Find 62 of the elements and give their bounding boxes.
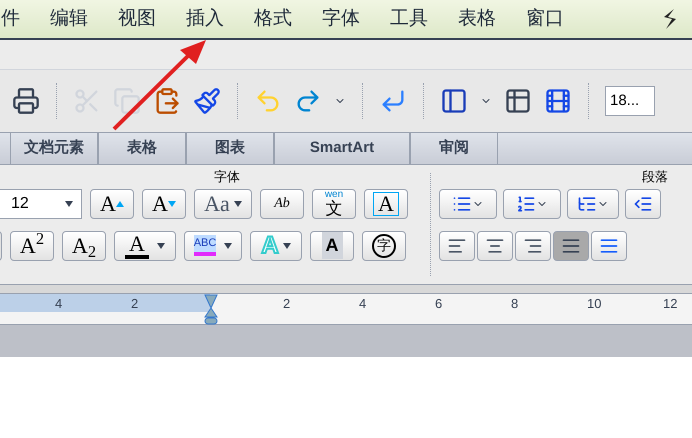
align-left-button[interactable]	[439, 230, 475, 260]
table-icon[interactable]	[504, 87, 532, 115]
down-triangle-icon	[234, 200, 242, 206]
grow-font-button[interactable]: A	[90, 188, 134, 218]
bullet-list-button[interactable]	[439, 188, 497, 218]
align-right-button[interactable]	[515, 230, 551, 260]
menu-item[interactable]: 视图	[118, 4, 156, 34]
menu-item[interactable]: 件	[1, 4, 20, 34]
distribute-button[interactable]	[591, 230, 627, 260]
ribbon-tab[interactable]: 审阅	[410, 133, 498, 164]
group-label: 段落	[642, 168, 669, 186]
ruler-number: 10	[587, 295, 602, 313]
numbered-list-icon	[516, 194, 536, 214]
ribbon-tab[interactable]: SmartArt	[274, 133, 410, 164]
ruler-number: 4	[359, 295, 366, 313]
indent-marker-icon[interactable]	[203, 294, 219, 326]
menu-item[interactable]: 工具	[390, 4, 428, 34]
down-triangle-icon	[282, 242, 291, 248]
sidebar-icon[interactable]	[440, 87, 468, 115]
group-label: 字体	[213, 168, 240, 186]
ruler-number: 2	[283, 295, 290, 313]
highlight-button[interactable]: ABC	[184, 230, 242, 260]
character-shading-button[interactable]: A	[310, 230, 354, 260]
menu-item[interactable]: 表格	[458, 4, 496, 34]
paintbrush-icon[interactable]	[193, 87, 221, 115]
ruler-number: 8	[511, 295, 518, 313]
numbered-list-button[interactable]	[503, 188, 561, 218]
ribbon-tab[interactable]: 图表	[186, 133, 274, 164]
menu-item[interactable]: 插入	[186, 4, 224, 34]
font-color-button[interactable]: A	[114, 230, 176, 260]
justify-button[interactable]	[553, 230, 589, 260]
down-triangle-icon	[65, 200, 73, 206]
change-case-button[interactable]: Aa	[194, 188, 252, 218]
decrease-indent-button[interactable]	[625, 188, 661, 218]
down-triangle-icon	[224, 242, 232, 248]
align-center-button[interactable]	[477, 230, 513, 260]
menu-item[interactable]: 窗口	[526, 4, 564, 34]
menu-item[interactable]: 字体	[322, 4, 360, 34]
down-triangle-icon	[156, 242, 165, 248]
media-icon[interactable]	[544, 87, 572, 115]
up-triangle-icon	[116, 200, 124, 206]
ribbon-tab[interactable]: 表格	[98, 133, 186, 164]
ribbon-tab[interactable]: 文档元素	[10, 133, 98, 164]
ruler-number: 6	[435, 295, 442, 313]
ruler-number: 4	[55, 295, 62, 313]
phonetic-guide-button[interactable]: wen 文	[312, 188, 356, 218]
enclose-character-button[interactable]: 字	[362, 230, 406, 260]
multilevel-list-button[interactable]	[567, 188, 619, 218]
script-button[interactable]: A$_{2}$	[62, 230, 106, 260]
character-border-button[interactable]: A	[364, 188, 408, 218]
printer-icon[interactable]	[12, 87, 40, 115]
ruler-number: 2	[131, 295, 138, 313]
script-button[interactable]: A$^{2}$	[10, 230, 54, 260]
copy-icon[interactable]	[113, 87, 141, 115]
ruler-number: 12	[663, 295, 678, 313]
zoom-field[interactable]: 18...	[605, 86, 655, 116]
down-triangle-icon	[168, 200, 176, 206]
menu-item[interactable]: 格式	[254, 4, 292, 34]
shrink-font-button[interactable]: A	[142, 188, 186, 218]
menu-item[interactable]: 编辑	[50, 4, 88, 34]
font-size-field[interactable]: 12	[0, 188, 82, 218]
clear-format-button[interactable]: Ab	[260, 188, 304, 218]
